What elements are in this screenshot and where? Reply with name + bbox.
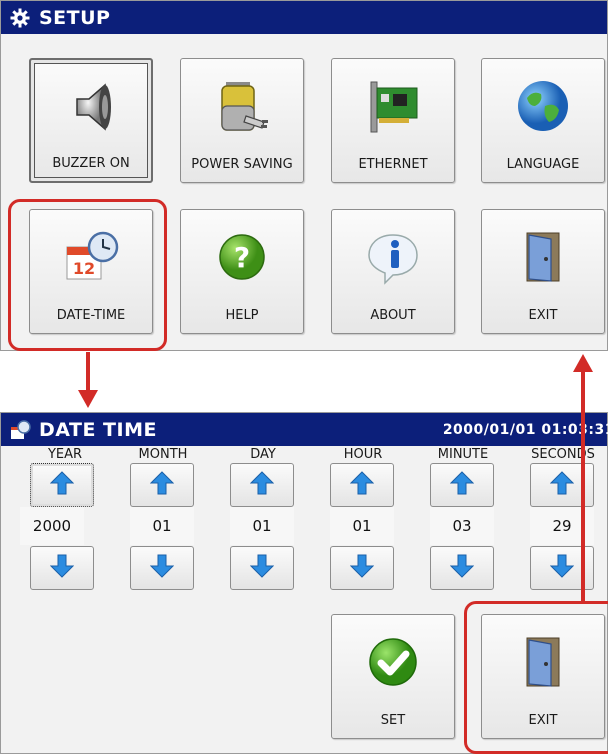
year-header: YEAR [47,447,83,462]
battery-icon [181,75,303,137]
about-button[interactable]: ABOUT [331,209,455,334]
ethernet-label: ETHERNET [358,157,428,172]
setup-titlebar: SETUP [1,1,607,34]
day-down-button[interactable] [230,546,294,590]
down-arrow-icon [549,553,575,583]
about-label: ABOUT [370,308,416,323]
year-down-button[interactable] [30,546,94,590]
down-arrow-icon [349,553,375,583]
exit-callout [464,601,608,754]
set-label: SET [380,713,406,728]
current-datetime: 2000/01/01 01:03:31 [442,421,608,438]
power-saving-button[interactable]: POWER SAVING [180,58,304,183]
minute-up-button[interactable] [430,463,494,507]
seconds-down-button[interactable] [530,546,594,590]
date-time-title: DATE TIME [39,418,157,441]
down-arrow-icon [149,553,175,583]
down-arrow-icon [249,553,275,583]
hour-value: 01 [330,507,394,545]
checkmark-icon [332,631,454,693]
buzzer-label: BUZZER ON [52,156,130,171]
down-callout-arrow [78,352,98,408]
network-card-icon [332,75,454,137]
svg-text:?: ? [234,241,250,274]
hour-down-button[interactable] [330,546,394,590]
speaker-icon [31,76,151,138]
minute-down-button[interactable] [430,546,494,590]
language-label: LANGUAGE [506,157,580,172]
up-arrow-icon [349,470,375,500]
info-icon [332,226,454,288]
setup-title: SETUP [39,6,111,29]
down-arrow-icon [449,553,475,583]
up-arrow-icon [149,470,175,500]
day-value: 01 [230,507,294,545]
seconds-header: SECONDS [531,447,595,462]
up-arrow-icon [49,470,75,500]
month-down-button[interactable] [130,546,194,590]
gear-icon [9,7,31,29]
setup-exit-label: EXIT [528,308,558,323]
down-arrow-icon [49,553,75,583]
day-header: DAY [250,447,276,462]
globe-icon [482,75,604,137]
up-arrow-icon [549,470,575,500]
help-button[interactable]: ? HELP [180,209,304,334]
seconds-value: 29 [530,507,594,545]
minute-header: MINUTE [437,447,489,462]
year-up-button[interactable] [30,463,94,507]
language-button[interactable]: LANGUAGE [481,58,605,183]
exit-door-icon [482,226,604,288]
month-up-button[interactable] [130,463,194,507]
buzzer-button[interactable]: BUZZER ON [29,58,153,183]
help-icon: ? [181,226,303,288]
up-arrow-icon [449,470,475,500]
date-time-titlebar: DATE TIME 2000/01/01 01:03:31 [1,413,608,446]
ethernet-button[interactable]: ETHERNET [331,58,455,183]
help-label: HELP [225,308,259,323]
minute-value: 03 [430,507,494,545]
month-value: 01 [130,507,194,545]
hour-up-button[interactable] [330,463,394,507]
power-saving-label: POWER SAVING [191,157,293,172]
date-time-callout [8,199,167,351]
month-header: MONTH [138,447,188,462]
day-up-button[interactable] [230,463,294,507]
hour-header: HOUR [343,447,383,462]
set-button[interactable]: SET [331,614,455,739]
up-arrow-icon [249,470,275,500]
year-value: 2000 [20,507,84,545]
seconds-up-button[interactable] [530,463,594,507]
calendar-clock-icon [9,419,31,441]
setup-exit-button[interactable]: EXIT [481,209,605,334]
